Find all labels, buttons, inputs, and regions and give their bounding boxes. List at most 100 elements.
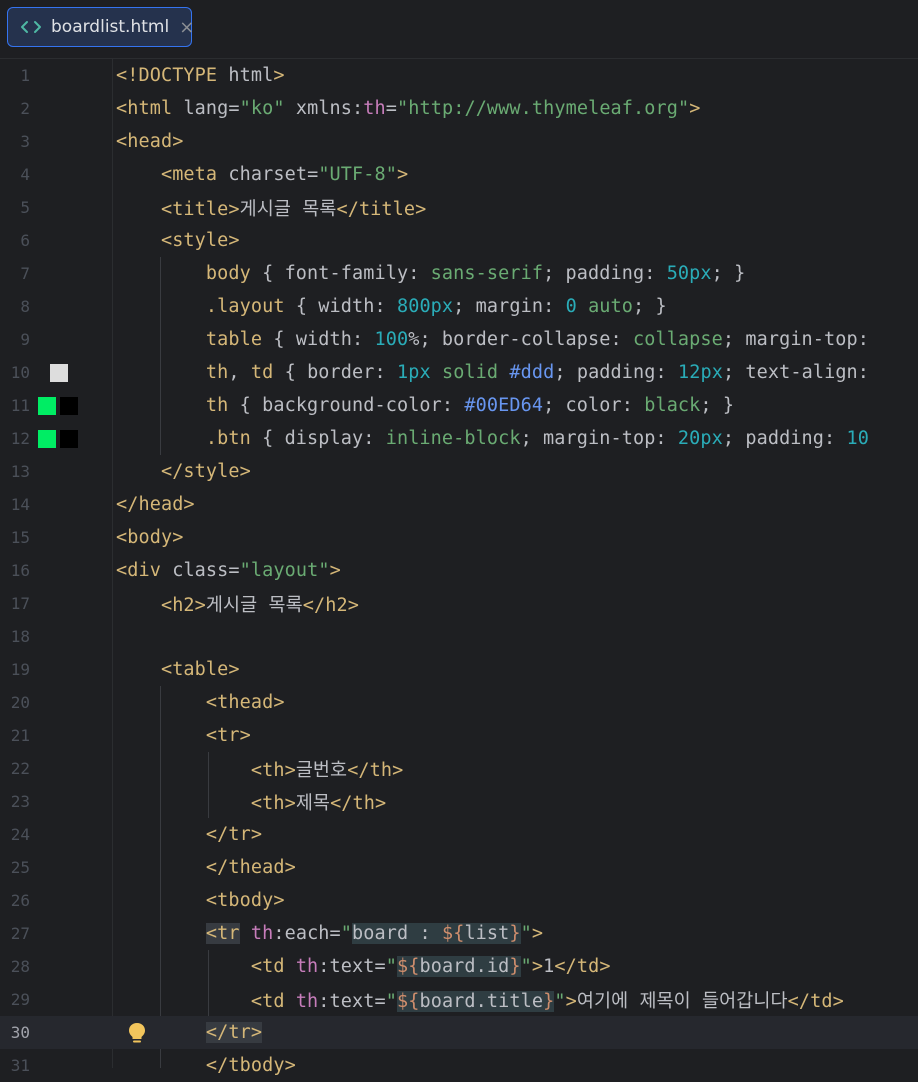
line-number: 18 xyxy=(10,627,30,646)
line-number: 7 xyxy=(20,264,30,283)
code-line[interactable]: 2 <html lang="ko" xmlns:th="http://www.th… xyxy=(0,92,918,125)
code-text: .layout { width: 800px; margin: 0 auto; … xyxy=(205,296,667,317)
code-line[interactable]: 15 <body> xyxy=(0,521,918,554)
code-line[interactable]: 13 </style> xyxy=(0,455,918,488)
color-preview[interactable] xyxy=(38,396,78,415)
editor-tab-bar: boardlist.html × xyxy=(0,0,918,59)
line-number: 29 xyxy=(10,990,30,1009)
code-text: <tr th:each="board : ${list}"> xyxy=(205,923,544,944)
code-line[interactable]: 29 <td th:text="${board.title}">여기에 제목이 … xyxy=(0,983,918,1016)
color-preview[interactable] xyxy=(38,429,78,448)
line-number: 9 xyxy=(20,330,30,349)
code-line[interactable]: 19 <table> xyxy=(0,653,918,686)
code-text: <html lang="ko" xmlns:th="http://www.thy… xyxy=(116,98,701,119)
code-text: <h2>게시글 목록</h2> xyxy=(160,594,359,616)
code-line[interactable]: 1 <!DOCTYPE html> xyxy=(0,59,918,92)
line-number: 23 xyxy=(10,792,30,811)
line-number: 20 xyxy=(10,693,30,712)
code-line[interactable]: 11 th { background-color: #00ED64; color… xyxy=(0,389,918,422)
code-line[interactable]: 7 body { font-family: sans-serif; paddin… xyxy=(0,257,918,290)
line-number: 6 xyxy=(20,231,30,250)
line-number: 5 xyxy=(20,198,30,217)
code-text: body { font-family: sans-serif; padding:… xyxy=(205,263,746,284)
code-line[interactable]: 9 table { width: 100%; border-collapse: … xyxy=(0,323,918,356)
code-text: th, td { border: 1px solid #ddd; padding… xyxy=(205,362,870,383)
code-text: </tr> xyxy=(205,1022,263,1043)
code-line[interactable]: 21 <tr> xyxy=(0,719,918,752)
code-line[interactable]: 12 .btn { display: inline-block; margin-… xyxy=(0,422,918,455)
line-number: 24 xyxy=(10,825,30,844)
line-number: 12 xyxy=(10,429,30,448)
line-number: 25 xyxy=(10,858,30,877)
code-text: </thead> xyxy=(205,857,296,878)
code-text: th { background-color: #00ED64; color: b… xyxy=(205,395,735,416)
code-text: .btn { display: inline-block; margin-top… xyxy=(205,428,869,449)
code-line[interactable]: 31 </tbody> xyxy=(0,1049,918,1082)
code-line[interactable]: 4 <meta charset="UTF-8"> xyxy=(0,158,918,191)
line-number: 15 xyxy=(10,528,30,547)
code-line[interactable]: 17 <h2>게시글 목록</h2> xyxy=(0,587,918,620)
color-swatch[interactable] xyxy=(60,396,78,415)
code-editor[interactable]: 1 <!DOCTYPE html> 2 <html lang="ko" xmlns:t… xyxy=(0,59,918,1076)
code-line[interactable]: 18 xyxy=(0,620,918,653)
code-text: <style> xyxy=(160,230,240,251)
code-line[interactable]: 10 th, td { border: 1px solid #ddd; padd… xyxy=(0,356,918,389)
code-text: </tr> xyxy=(205,824,263,845)
code-text: </head> xyxy=(116,494,195,515)
line-number: 21 xyxy=(10,726,30,745)
code-text: </style> xyxy=(160,461,251,482)
code-line[interactable]: 5 <title>게시글 목록</title> xyxy=(0,191,918,224)
code-line[interactable]: 8 .layout { width: 800px; margin: 0 auto… xyxy=(0,290,918,323)
code-line[interactable]: 20 <thead> xyxy=(0,686,918,719)
color-preview[interactable] xyxy=(38,363,68,382)
close-icon[interactable]: × xyxy=(179,17,194,38)
code-text: <thead> xyxy=(205,692,285,713)
code-line[interactable]: 23 <th>제목</th> xyxy=(0,785,918,818)
code-line[interactable]: 28 <td th:text="${board.id}">1</td> xyxy=(0,950,918,983)
code-text: <tbody> xyxy=(205,890,285,911)
code-line[interactable]: 14 </head> xyxy=(0,488,918,521)
code-text: <table> xyxy=(160,659,240,680)
code-line[interactable]: 26 <tbody> xyxy=(0,884,918,917)
tab-label: boardlist.html xyxy=(51,17,170,37)
code-text: <div class="layout"> xyxy=(116,560,341,581)
code-line[interactable]: 27 <tr th:each="board : ${list}"> xyxy=(0,917,918,950)
color-swatch[interactable] xyxy=(50,363,68,382)
line-number: 4 xyxy=(20,165,30,184)
line-number: 17 xyxy=(10,594,30,613)
line-number: 31 xyxy=(10,1056,30,1075)
line-number: 26 xyxy=(10,891,30,910)
line-number: 2 xyxy=(20,99,30,118)
code-line[interactable]: 6 <style> xyxy=(0,224,918,257)
line-number: 1 xyxy=(20,66,30,85)
color-swatch[interactable] xyxy=(38,396,56,415)
line-number: 14 xyxy=(10,495,30,514)
code-text: </tbody> xyxy=(205,1055,296,1076)
code-line[interactable]: 30 </tr> xyxy=(0,1016,918,1049)
code-text: <meta charset="UTF-8"> xyxy=(160,164,409,185)
color-swatch[interactable] xyxy=(38,429,56,448)
code-text: <td th:text="${board.title}">여기에 제목이 들어갑… xyxy=(250,990,844,1012)
line-number: 19 xyxy=(10,660,30,679)
line-number: 16 xyxy=(10,561,30,580)
line-number: 30 xyxy=(10,1023,30,1042)
code-line[interactable]: 16 <div class="layout"> xyxy=(0,554,918,587)
line-number: 10 xyxy=(10,363,30,382)
code-text: <head> xyxy=(116,131,184,152)
code-line[interactable]: 3 <head> xyxy=(0,125,918,158)
code-line[interactable]: 24 </tr> xyxy=(0,818,918,851)
code-text: <body> xyxy=(116,527,184,548)
code-line[interactable]: 25 </thead> xyxy=(0,851,918,884)
line-number: 11 xyxy=(10,396,30,415)
code-text: <th>제목</th> xyxy=(250,792,387,814)
html-file-icon xyxy=(20,19,42,35)
line-number: 28 xyxy=(10,957,30,976)
line-number: 27 xyxy=(10,924,30,943)
color-swatch[interactable] xyxy=(60,429,78,448)
code-text: <title>게시글 목록</title> xyxy=(160,198,427,220)
code-text: <tr> xyxy=(205,725,251,746)
code-text: table { width: 100%; border-collapse: co… xyxy=(205,329,869,350)
line-number: 3 xyxy=(20,132,30,151)
code-line[interactable]: 22 <th>글번호</th> xyxy=(0,752,918,785)
tab-boardlist-html[interactable]: boardlist.html × xyxy=(7,7,194,47)
